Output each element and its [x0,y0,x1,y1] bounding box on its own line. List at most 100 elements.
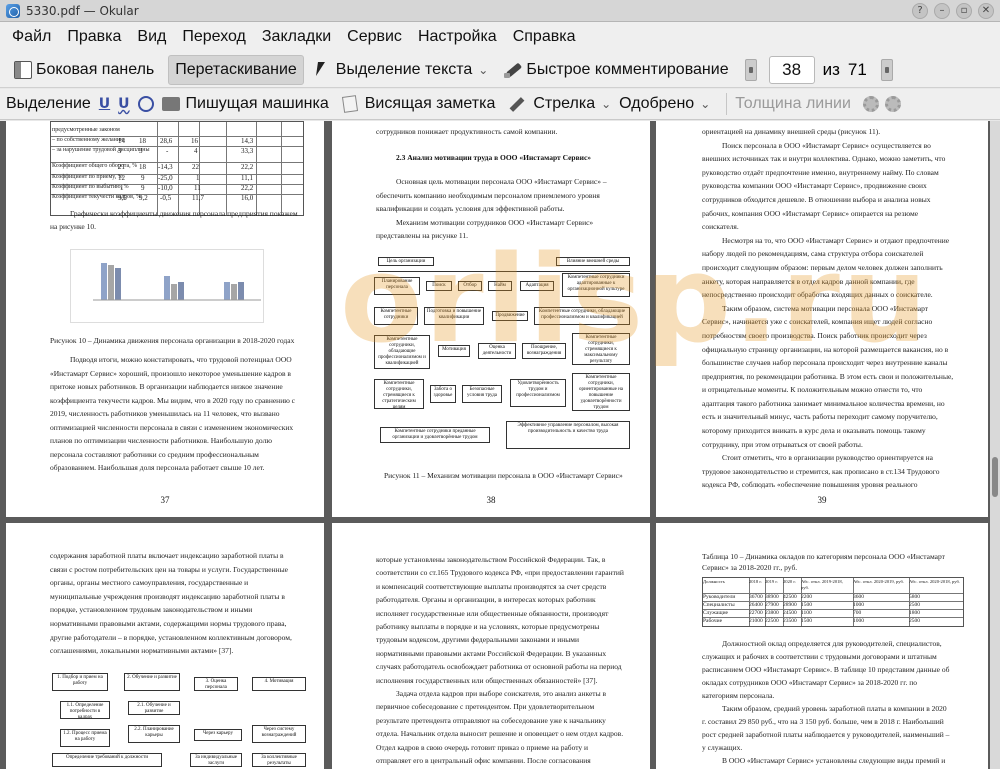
page-42: Таблица 10 – Динамика окладов по категор… [656,523,988,769]
menu-tools[interactable]: Сервис [339,28,410,46]
table-header-cell: 2020 г. [783,579,796,584]
scrollbar-thumb[interactable] [992,457,998,497]
table-cell: Рабочие [703,618,723,624]
table-cell: Коэффициент по выбытию, % [52,184,129,190]
paragraph-line: другие работодатели – в порядке, установ… [50,632,292,642]
minimize-icon[interactable]: – [934,3,950,19]
table-cell: 22,2 [241,163,254,171]
paragraph-line: образованием. Наибольшая доля персонала … [50,463,265,472]
line-width-button[interactable]: Толщина линии [735,95,851,113]
paragraph-line: 2019, численность работников уменьшилась… [50,409,280,418]
table-cell: 1000 [853,618,864,624]
paragraph-line: сотрудников обходится дешевле. В отношен… [702,194,931,204]
paragraph-line: планов по оптимизации численности работн… [50,436,272,445]
paragraph-line: нормативными правовыми актами Российской… [376,648,607,658]
maximize-icon[interactable]: ▫ [956,3,972,19]
table-cell: 11 [194,184,201,192]
table-caption: Таблица 10 – Динамика окладов по категор… [702,552,945,572]
underline-button[interactable]: U [99,96,110,112]
paragraph-line: у служащих. [702,743,743,752]
table-cell: 1 [196,174,200,182]
menu-view[interactable]: Вид [129,28,174,46]
paragraph-line: Задача отдела кадров при выборе соискате… [396,689,607,699]
next-page-icon[interactable] [880,58,893,81]
squiggle-button[interactable]: U [118,96,129,112]
page-total: 71 [847,59,867,79]
arrow-button[interactable]: Стрелка ⌄ [509,95,611,113]
paragraph-block: которые установлены законодательством Ро… [376,553,634,768]
circle-button[interactable] [137,96,154,112]
underline-icon: U [98,96,111,112]
menu-edit[interactable]: Правка [59,28,129,46]
table-header-cell: 2019 г. [765,579,778,584]
menu-go[interactable]: Переход [174,28,254,46]
gear-icon[interactable] [862,96,879,112]
table-cell: 3600 [853,594,864,600]
main-toolbar: Боковая панель Перетаскивание Выделение … [0,52,1000,88]
chevron-down-icon[interactable]: ⌄ [700,97,710,111]
sidebar-button[interactable]: Боковая панель [8,55,160,85]
sidebar-icon [14,60,32,79]
paragraph-block: Подводя итоги, можно констатировать, что… [50,353,306,475]
diagram-node: Поиск [426,281,452,291]
menu-file[interactable]: Файл [4,28,59,46]
paragraph-line: работодателя. Органы и организации, в ин… [376,595,596,605]
menu-bookmarks[interactable]: Закладки [254,28,339,46]
document-view[interactable]: предусмотренные законом – по собственном… [0,121,1000,769]
menu-settings[interactable]: Настройка [410,28,505,46]
text-select-button[interactable]: Выделение текста ⌄ [308,55,495,85]
paragraph-line: есть и значительный минус, часть работы … [702,412,938,422]
paragraph-block: Основная цель мотивации персонала ООО «И… [376,175,632,243]
paragraph-line: отдела. Начальник отдела выносит решение… [376,729,624,739]
paragraph-line: соглашениями, локальными нормативными ак… [50,646,234,656]
chevron-down-icon[interactable]: ⌄ [478,63,488,77]
close-icon[interactable]: ✕ [978,3,994,19]
table-header-cell: Абс. откл. 2019-2018, руб. [801,579,843,590]
help-icon[interactable]: ? [912,3,928,19]
paragraph-line: обеспечить компанию необходимым персонал… [376,190,600,200]
table-cell: 1500 [801,618,812,624]
paragraph-block: Должностной оклад определяется для руков… [702,637,964,767]
paragraph-line: результате претендента отправляют на соб… [376,715,606,725]
paragraph-line: порядке, установленном трудовым законода… [50,605,253,615]
table-cell: 42500 [783,594,797,600]
vertical-scrollbar[interactable] [990,121,1000,769]
quick-comment-button[interactable]: Быстрое комментирование [498,55,734,85]
paragraph-line: отправляет его в центральный офис компан… [376,756,591,766]
paragraph-line: квалификации и создать условия для эффек… [376,204,565,213]
paragraph-line: расписанием ООО «Инстамарт Сервис». В та… [702,665,950,674]
table-cell: 26400 [749,602,763,608]
table-cell: 22,2 [241,184,254,192]
diagram-node: Удовлетворённость трудом и профессионали… [510,379,566,407]
cursor-icon [314,61,332,79]
paragraph-line: соискателя. [702,222,739,232]
highlight-button[interactable]: Выделение [6,95,91,113]
diagram-node: Цель организации [378,257,434,266]
paragraph-line: Отдел кадров в свою очередь готовит прик… [376,742,589,752]
typewriter-button[interactable]: Пишущая машинка [161,95,329,113]
page-number-input[interactable]: 38 [768,55,815,84]
paragraph-line: муниципальные учреждения производят инде… [50,591,285,601]
diagram-node: Через систему вознаграждений [252,725,306,743]
paragraph-line: которые установлены законодательством Ро… [376,555,606,564]
paragraph-line: адаптация такого работника занимает мини… [702,398,945,408]
diagram-node: Компетентные сотрудники, обладающие проф… [374,335,430,369]
table-cell: 14,3 [241,137,254,145]
table-cell: 700 [853,610,862,616]
paragraph-line: рабочих, компания ООО «Инстамарт Сервис»… [702,208,919,218]
page-40: содержания заработной платы включает инд… [6,523,324,769]
table-cell: -10,0 [158,184,173,192]
table-cell: 11,1 [241,174,253,182]
table-cell: 11,7 [192,194,204,202]
table-cell: 18 [139,163,146,171]
table-cell: 24500 [783,610,797,616]
table-cell: 16 [191,137,198,145]
menu-help[interactable]: Справка [505,28,584,46]
browse-tool-button[interactable]: Перетаскивание [168,54,304,85]
stamp-button[interactable]: Одобрено ⌄ [619,95,710,113]
palette-icon[interactable] [884,96,901,112]
table-cell: 28,6 [160,137,173,145]
previous-page-icon[interactable] [744,58,757,81]
chevron-down-icon[interactable]: ⌄ [601,97,611,111]
sticky-note-button[interactable]: Висящая заметка [341,95,495,113]
